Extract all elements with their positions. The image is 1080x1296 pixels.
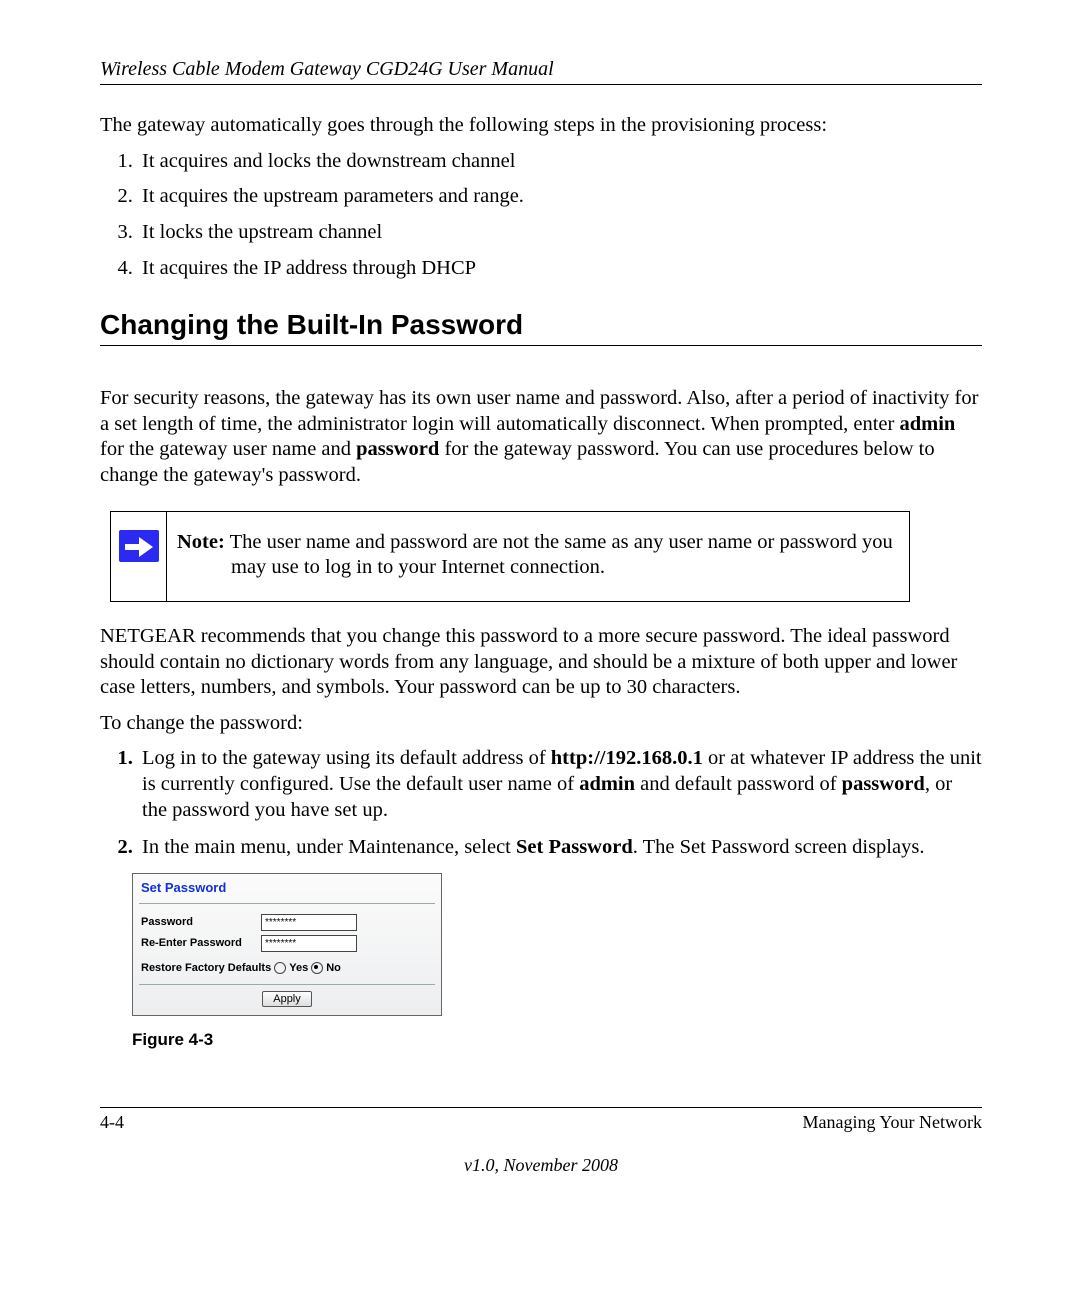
set-password-panel: Set Password Password ******** Re-Enter … bbox=[132, 873, 442, 1016]
note-icon-cell bbox=[111, 512, 167, 601]
apply-button[interactable]: Apply bbox=[262, 991, 312, 1007]
note-box: Note: The user name and password are not… bbox=[110, 511, 910, 602]
list-item: It acquires the IP address through DHCP bbox=[138, 256, 982, 282]
bold-password: password bbox=[842, 773, 925, 795]
password-field[interactable]: ******** bbox=[261, 914, 357, 931]
list-item: It acquires and locks the downstream cha… bbox=[138, 149, 982, 175]
text: In the main menu, under Maintenance, sel… bbox=[142, 836, 516, 858]
text: Log in to the gateway using its default … bbox=[142, 747, 551, 769]
restore-no-radio[interactable] bbox=[311, 962, 323, 974]
text: For security reasons, the gateway has it… bbox=[100, 387, 978, 435]
text: . The Set Password screen displays. bbox=[633, 836, 925, 858]
list-item: It locks the upstream channel bbox=[138, 220, 982, 246]
section-heading: Changing the Built-In Password bbox=[100, 309, 982, 341]
yes-label: Yes bbox=[289, 962, 308, 974]
divider bbox=[139, 903, 435, 904]
password-label: Password bbox=[141, 916, 261, 928]
page-number: 4-4 bbox=[100, 1112, 124, 1133]
bold-admin: admin bbox=[579, 773, 635, 795]
section-rule bbox=[100, 345, 982, 346]
figure-4-3: Set Password Password ******** Re-Enter … bbox=[132, 873, 982, 1016]
note-bold: Note: bbox=[177, 531, 225, 553]
to-change-label: To change the password: bbox=[100, 711, 982, 737]
list-item: In the main menu, under Maintenance, sel… bbox=[138, 835, 982, 861]
bold-password: password bbox=[356, 438, 439, 460]
reenter-password-label: Re-Enter Password bbox=[141, 937, 261, 949]
bold-url: http://192.168.0.1 bbox=[551, 747, 703, 769]
security-paragraph: For security reasons, the gateway has it… bbox=[100, 386, 982, 489]
restore-yes-radio[interactable] bbox=[274, 962, 286, 974]
bold-admin: admin bbox=[899, 413, 955, 435]
text: for the gateway user name and bbox=[100, 438, 356, 460]
reenter-password-field[interactable]: ******** bbox=[261, 935, 357, 952]
figure-caption: Figure 4-3 bbox=[132, 1030, 982, 1050]
footer-version: v1.0, November 2008 bbox=[100, 1155, 982, 1176]
panel-title: Set Password bbox=[133, 874, 441, 897]
bold-set-password: Set Password bbox=[516, 836, 633, 858]
note-text: Note: The user name and password are not… bbox=[167, 512, 909, 601]
footer-rule bbox=[100, 1107, 982, 1108]
change-password-steps: Log in to the gateway using its default … bbox=[100, 746, 982, 861]
page-header: Wireless Cable Modem Gateway CGD24G User… bbox=[100, 58, 982, 85]
intro-paragraph: The gateway automatically goes through t… bbox=[100, 113, 982, 139]
text: and default password of bbox=[635, 773, 842, 795]
text: may use to log in to your Internet conne… bbox=[177, 555, 893, 581]
restore-defaults-label: Restore Factory Defaults bbox=[141, 962, 271, 974]
arrow-right-icon bbox=[119, 530, 159, 562]
page-footer: 4-4 Managing Your Network v1.0, November… bbox=[100, 1107, 982, 1176]
header-title: Wireless Cable Modem Gateway CGD24G User… bbox=[100, 58, 554, 80]
text: The user name and password are not the s… bbox=[225, 531, 893, 553]
list-item: It acquires the upstream parameters and … bbox=[138, 184, 982, 210]
footer-section: Managing Your Network bbox=[803, 1112, 983, 1133]
no-label: No bbox=[326, 962, 341, 974]
netgear-paragraph: NETGEAR recommends that you change this … bbox=[100, 624, 982, 701]
list-item: Log in to the gateway using its default … bbox=[138, 746, 982, 823]
provisioning-steps-list: It acquires and locks the downstream cha… bbox=[100, 149, 982, 282]
